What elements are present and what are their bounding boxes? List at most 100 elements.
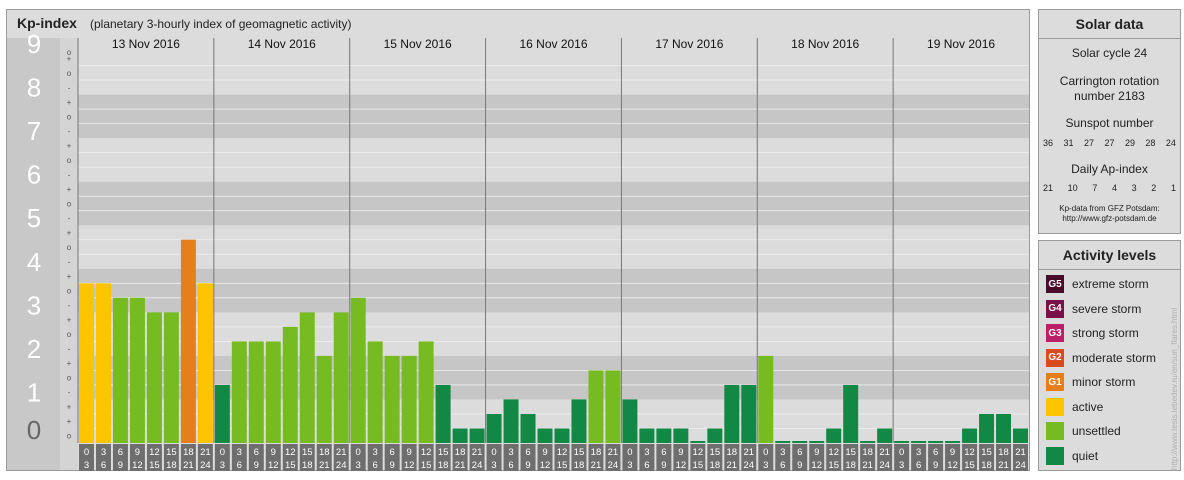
legend-swatch: G4 [1046, 299, 1064, 318]
kp-bar-11 [265, 341, 281, 443]
solar-data-panel: Solar data Solar cycle 24 Carrington rot… [1038, 9, 1181, 234]
hour-label-top: 12 [421, 447, 432, 458]
hour-label-bottom: 3 [627, 460, 632, 471]
day-label: 17 Nov 2016 [655, 37, 723, 51]
kp-bar-55 [1013, 428, 1028, 443]
hour-label-bottom: 18 [981, 460, 992, 471]
minor-mark: + [67, 272, 72, 281]
hour-label-bottom: 18 [574, 460, 585, 471]
hour-label-bottom: 18 [166, 460, 177, 471]
y-tick-label: 8 [27, 73, 41, 103]
legend-item-severe-storm: G4 severe storm [1046, 299, 1141, 318]
hour-label-top: 18 [727, 447, 738, 458]
hour-label-top: 9 [271, 447, 276, 458]
y-tick-label: 5 [27, 203, 41, 233]
legend-label: quiet [1072, 448, 1099, 463]
hour-label-top: 18 [998, 447, 1009, 458]
kp-bar-38 [724, 384, 740, 443]
kp-bar-2 [112, 297, 128, 443]
hour-label-bottom: 6 [508, 460, 513, 471]
hour-label-bottom: 6 [373, 460, 378, 471]
minor-mark: - [68, 258, 71, 267]
kp-bar-40 [758, 355, 774, 443]
legend-label: extreme storm [1072, 277, 1149, 291]
legend-swatch: G1 [1046, 373, 1064, 391]
hour-label-bottom: 3 [899, 460, 904, 471]
kp-bar-45 [843, 384, 859, 443]
legend-label: active [1072, 399, 1104, 414]
kp-bar-31 [605, 370, 621, 443]
minor-mark: - [68, 170, 71, 179]
hour-label-top: 18 [319, 447, 330, 458]
kp-bar-41 [775, 441, 791, 443]
sunspot-title: Sunspot number [1065, 116, 1154, 130]
hour-label-top: 9 [678, 447, 683, 458]
y-tick-label: 4 [27, 247, 41, 277]
hour-label-top: 15 [845, 447, 856, 458]
hour-label-bottom: 12 [947, 460, 958, 471]
hour-label-bottom: 12 [132, 460, 143, 471]
hour-label-bottom: 6 [644, 460, 649, 471]
kp-bar-0 [79, 283, 94, 443]
hour-label-top: 6 [390, 447, 395, 458]
hour-label-top: 3 [373, 447, 378, 458]
hour-label-top: 0 [763, 447, 768, 458]
hour-label-top: 15 [438, 447, 449, 458]
legend-swatch [1046, 446, 1064, 465]
hour-label-bottom: 15 [693, 460, 704, 471]
minor-mark: o [67, 432, 72, 441]
legend-label: unsettled [1072, 424, 1121, 438]
ap-5: 2 [1151, 183, 1157, 193]
legend-swatch [1046, 422, 1064, 440]
hour-label-top: 0 [220, 447, 225, 458]
hour-label-bottom: 9 [390, 460, 395, 471]
kp-bar-8 [214, 384, 230, 443]
kp-bar-19 [401, 355, 417, 443]
y-tick-label: 0 [27, 415, 41, 445]
hour-label-bottom: 21 [319, 460, 330, 471]
hour-label-bottom: 21 [862, 460, 873, 471]
hour-label-bottom: 12 [676, 460, 687, 471]
legend-swatch [1046, 397, 1064, 416]
legend-item-extreme-storm: G5 extreme storm [1046, 275, 1149, 293]
hour-label-bottom: 24 [472, 460, 483, 471]
legend-item-active: active [1046, 397, 1104, 416]
hour-label-bottom: 24 [744, 460, 755, 471]
kp-bar-6 [180, 239, 196, 443]
band-4 [78, 225, 1029, 269]
minor-mark: o [67, 374, 72, 383]
hour-label-top: 21 [1015, 447, 1026, 458]
hour-label-top: 3 [101, 447, 106, 458]
source-line2: http://www.gfz-potsdam.de [1062, 214, 1157, 223]
minor-mark: + [67, 98, 72, 107]
kp-bar-24 [486, 413, 502, 443]
kp-bar-20 [418, 341, 434, 443]
hour-label-top: 12 [149, 447, 160, 458]
hour-label-top: 21 [608, 447, 619, 458]
minor-mark: + [67, 185, 72, 194]
ap-values: 21 10 7 4 3 2 1 [1043, 183, 1176, 193]
day-label: 15 Nov 2016 [384, 37, 452, 51]
kp-bar-chart: 0123456789o++-o+-o+-o+-o+-o+-o+-o+-o+o03… [7, 29, 1029, 471]
minor-mark: o [67, 112, 72, 121]
watermark-url: http://www.tesis.lebedev.ru/en/sun_flare… [1170, 307, 1179, 470]
y-tick-label: 9 [27, 29, 41, 59]
minor-mark: o [67, 199, 72, 208]
legend-label: minor storm [1072, 375, 1136, 389]
minor-mark: + [67, 417, 72, 426]
band-2 [78, 312, 1029, 356]
hour-label-top: 12 [557, 447, 568, 458]
day-label: 14 Nov 2016 [248, 37, 316, 51]
kp-bar-14 [316, 355, 332, 443]
hour-label-bottom: 9 [118, 460, 123, 471]
source-line1: Kp-data from GFZ Potsdam: [1059, 204, 1160, 213]
hour-label-bottom: 6 [237, 460, 242, 471]
hour-label-bottom: 9 [525, 460, 530, 471]
legend-item-unsettled: unsettled [1046, 422, 1121, 440]
kp-bar-48 [894, 441, 910, 443]
hour-label-top: 18 [862, 447, 873, 458]
ap-2: 7 [1092, 183, 1098, 193]
hour-label-top: 21 [879, 447, 890, 458]
hour-label-bottom: 3 [356, 460, 361, 471]
hour-label-top: 3 [916, 447, 921, 458]
